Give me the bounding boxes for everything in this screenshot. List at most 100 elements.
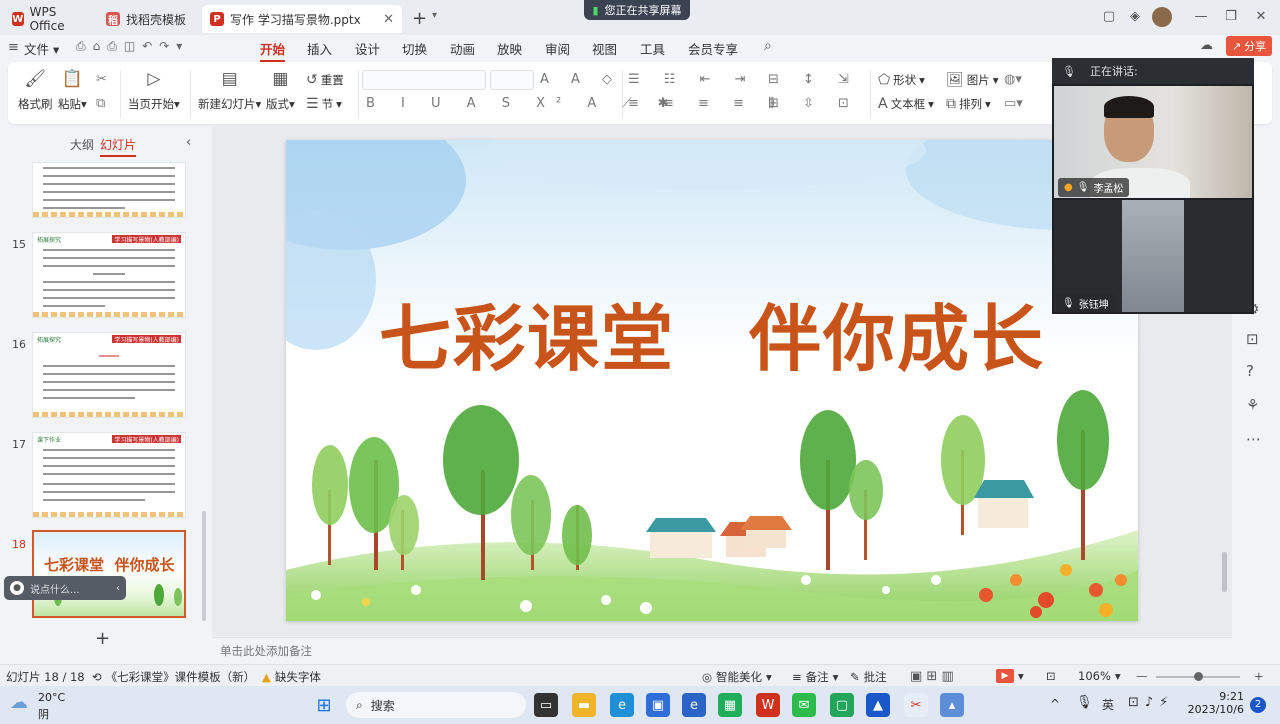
- smart-beautify-button[interactable]: ◎ 智能美化 ▾: [702, 669, 772, 685]
- search-icon[interactable]: ⌕: [764, 38, 772, 54]
- minimize-icon[interactable]: —: [1192, 8, 1210, 26]
- slide-thumbnail-14[interactable]: [32, 162, 186, 218]
- tab-wps-office[interactable]: W WPS Office: [4, 5, 92, 33]
- wechat-work-icon[interactable]: ▦: [718, 693, 742, 717]
- canvas-scrollbar[interactable]: [1222, 552, 1227, 592]
- cube-icon[interactable]: ◈: [1126, 8, 1144, 26]
- zoom-level[interactable]: 106% ▾: [1078, 669, 1121, 683]
- paste-button[interactable]: 📋 粘贴▾: [58, 68, 87, 112]
- avatar[interactable]: [1152, 7, 1172, 27]
- play-from-current-button[interactable]: ▷ 当页开始▾: [128, 68, 180, 112]
- collapse-panel-icon[interactable]: ‹: [186, 135, 191, 150]
- arrange-button[interactable]: ⧉ 排列 ▾: [946, 96, 991, 112]
- help-icon[interactable]: ?: [1246, 362, 1254, 380]
- section-button[interactable]: ☰ 节 ▾: [306, 96, 342, 112]
- menu-member[interactable]: 会员专享: [688, 39, 738, 58]
- bookmark-icon[interactable]: ⊡: [1246, 330, 1259, 348]
- menu-insert[interactable]: 插入: [307, 39, 332, 58]
- reset-button[interactable]: ↺ 重置: [306, 72, 344, 88]
- tab-template[interactable]: 稻 找稻壳模板: [98, 5, 198, 33]
- copy-icon[interactable]: ⧉: [96, 96, 105, 111]
- share-button[interactable]: ↗ 分享: [1226, 36, 1272, 56]
- shape-button[interactable]: ⬠ 形状 ▾: [878, 72, 925, 88]
- store-icon[interactable]: ▣: [646, 693, 670, 717]
- font-size-grow-shrink-icons[interactable]: A A ◇: [540, 72, 621, 87]
- wps-taskbar-icon[interactable]: W: [756, 693, 780, 717]
- clock[interactable]: 9:21 2023/10/6: [1188, 690, 1244, 716]
- menu-slideshow[interactable]: 放映: [497, 39, 522, 58]
- notes-button[interactable]: ≡ 备注 ▾: [792, 669, 838, 685]
- zoom-in-icon[interactable]: +: [1254, 669, 1264, 683]
- cloud-sync-icon[interactable]: ☁: [1200, 38, 1213, 53]
- tab-slides[interactable]: 幻灯片: [100, 136, 137, 157]
- direction-icons[interactable]: ⊟ ↕ ⇲: [768, 72, 859, 87]
- fit-window-icon[interactable]: ⊡: [1046, 669, 1056, 683]
- comments-button[interactable]: ✎ 批注: [850, 669, 887, 685]
- taskbar-search[interactable]: ⌕ 搜索: [346, 692, 526, 718]
- picture-button[interactable]: 🖼 图片 ▾: [946, 72, 999, 88]
- layout-button[interactable]: ▦ 版式▾: [266, 68, 295, 112]
- file-explorer-icon[interactable]: ▬: [572, 693, 596, 717]
- weather-temp[interactable]: 20°C: [38, 691, 65, 704]
- font-family-select[interactable]: [362, 70, 486, 90]
- zoom-out-icon[interactable]: —: [1136, 669, 1148, 683]
- close-tab-icon[interactable]: ✕: [383, 12, 394, 27]
- format-painter-button[interactable]: 🖌 格式刷: [18, 68, 53, 112]
- menu-tools[interactable]: 工具: [640, 39, 665, 58]
- weather-desc[interactable]: 阴: [38, 706, 49, 722]
- menu-design[interactable]: 设计: [355, 39, 380, 58]
- sharing-banner[interactable]: ▮ 您正在共享屏幕: [584, 0, 690, 20]
- slide-thumbnail-17[interactable]: 课下作业 学习描写景物(人教部编): [32, 432, 186, 518]
- new-tab-button[interactable]: +: [412, 8, 427, 29]
- chevron-left-icon[interactable]: ‹: [116, 583, 120, 594]
- menu-review[interactable]: 审阅: [545, 39, 570, 58]
- add-slide-button[interactable]: +: [95, 628, 110, 649]
- quick-access-icons[interactable]: ⎙⌂⎙◫↶↷▾: [76, 39, 189, 54]
- current-slide[interactable]: 七彩课堂 伴你成长: [286, 140, 1138, 621]
- menu-transition[interactable]: 切换: [402, 39, 427, 58]
- hamburger-icon[interactable]: ≡: [8, 40, 19, 55]
- tray-icons[interactable]: ⊡♪⚡: [1128, 695, 1174, 710]
- chevron-down-icon[interactable]: ▾: [432, 10, 437, 21]
- panel-scrollbar[interactable]: [202, 511, 206, 621]
- window-layout-icon[interactable]: ▢: [1100, 8, 1118, 26]
- file-menu[interactable]: 文件 ▾: [24, 39, 59, 58]
- video-tile-2[interactable]: 🎙 张钰坤: [1054, 200, 1252, 312]
- voice-input-bar[interactable]: ● 说点什么... ‹: [4, 576, 126, 600]
- menu-animation[interactable]: 动画: [450, 39, 475, 58]
- slide-thumbnail-16[interactable]: 拓展探究 学习描写景物(人教部编): [32, 332, 186, 418]
- restore-icon[interactable]: ❐: [1222, 8, 1240, 26]
- browser-icon[interactable]: e: [682, 693, 706, 717]
- slide-thumbnail-15[interactable]: 拓展探究 学习描写景物(人教部编): [32, 232, 186, 318]
- video-tile-1[interactable]: ● 🎙 李孟松: [1054, 86, 1252, 198]
- meeting-app-icon[interactable]: ▲: [866, 693, 890, 717]
- textbox-button[interactable]: A 文本框 ▾: [878, 96, 934, 112]
- cut-icon[interactable]: ✂: [96, 72, 107, 87]
- slide-title[interactable]: 七彩课堂 伴你成长: [286, 280, 1138, 385]
- missing-font[interactable]: ▲ 缺失字体: [262, 669, 321, 685]
- template-name[interactable]: ⟲ 《七彩课堂》课件模板（新）: [92, 669, 255, 685]
- edge-icon[interactable]: e: [610, 693, 634, 717]
- notification-badge[interactable]: 2: [1250, 697, 1266, 713]
- fill-icon[interactable]: ◍▾: [1004, 72, 1022, 87]
- zoom-slider-thumb[interactable]: [1194, 672, 1203, 681]
- screen-share-icon[interactable]: ▢: [830, 693, 854, 717]
- spacing-icons[interactable]: ⊞ ⇳ ⊡: [768, 96, 859, 111]
- tray-expand-icon[interactable]: ^: [1050, 697, 1060, 711]
- outline-icon[interactable]: ▭▾: [1004, 96, 1023, 111]
- input-method[interactable]: 英: [1102, 696, 1114, 713]
- puzzle-icon[interactable]: ⚘: [1246, 396, 1259, 414]
- photo-app-icon[interactable]: ▴: [940, 693, 964, 717]
- menu-view[interactable]: 视图: [592, 39, 617, 58]
- meeting-panel[interactable]: 🎙 正在讲话: ● 🎙 李孟松 🎙 张钰坤: [1052, 58, 1254, 314]
- tab-outline[interactable]: 大纲: [70, 136, 94, 153]
- windows-start-icon[interactable]: ⊞: [312, 693, 336, 717]
- align-icons[interactable]: ≡ ≡ ≡ ≡ ⫼: [628, 96, 784, 111]
- slideshow-button[interactable]: ▶ ▾: [996, 669, 1024, 683]
- slide-thumbnail-18[interactable]: 七彩课堂 伴你成长: [32, 530, 186, 618]
- close-window-icon[interactable]: ✕: [1252, 8, 1270, 26]
- taskview-icon[interactable]: ▭: [534, 693, 558, 717]
- notes-area[interactable]: 单击此处添加备注: [212, 637, 1232, 663]
- list-indent-icons[interactable]: ☰ ☷ ⇤ ⇥: [628, 72, 756, 87]
- tray-mic-icon[interactable]: 🎙: [1076, 695, 1093, 710]
